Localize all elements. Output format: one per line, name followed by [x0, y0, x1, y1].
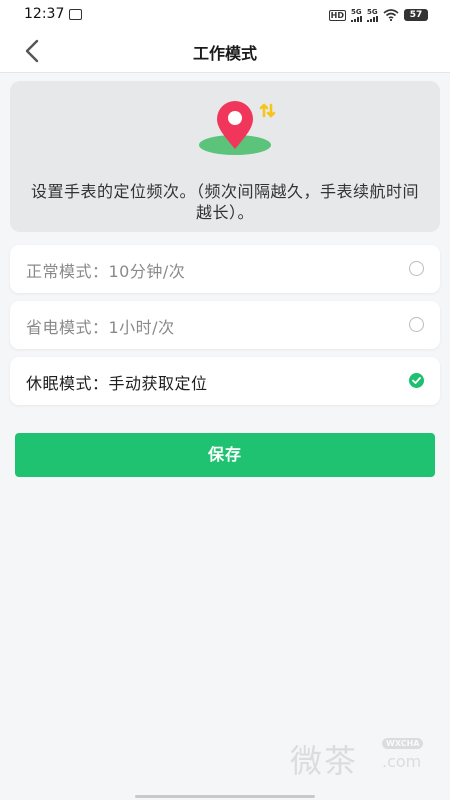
mode-option-power-saving[interactable]: 省电模式：1小时/次 [10, 301, 440, 349]
network-type-1: 5G [351, 8, 362, 16]
save-button[interactable]: 保存 [15, 433, 435, 477]
radio-unchecked-icon[interactable] [409, 317, 424, 332]
network-type-2: 5G [367, 8, 378, 16]
watermark-badge: WXCHA [382, 738, 424, 749]
status-bar: 12:37 HD 5G 5G 57 [0, 0, 450, 30]
page-title: 工作模式 [192, 44, 257, 63]
status-time: 12:37 [24, 6, 65, 22]
home-indicator[interactable] [135, 795, 315, 798]
signal-icon-2: 5G [367, 8, 378, 22]
watermark-domain: .com [382, 752, 422, 771]
watermark-logo: 微茶 WXCHA .com [290, 736, 440, 780]
location-pin-swap-icon [199, 101, 276, 155]
watermark-text: 微茶 [290, 742, 359, 780]
radio-checked-icon[interactable] [409, 373, 424, 388]
app-notification-icon [69, 9, 82, 20]
header: 工作模式 [0, 30, 450, 73]
info-description: 设置手表的定位频次。（频次间隔越久，手表续航时间越长）。 [30, 182, 419, 222]
signal-icon-1: 5G [351, 8, 362, 22]
mode-option-sleep[interactable]: 休眠模式：手动获取定位 [10, 357, 440, 405]
mode-label: 省电模式：1小时/次 [26, 318, 175, 337]
mode-option-normal[interactable]: 正常模式：10分钟/次 [10, 245, 440, 293]
info-card: 设置手表的定位频次。（频次间隔越久，手表续航时间越长）。 [10, 81, 440, 232]
wifi-icon [383, 6, 399, 25]
status-icons: HD 5G 5G 57 [328, 6, 428, 25]
mode-label: 休眠模式：手动获取定位 [26, 374, 208, 393]
hd-voice-icon: HD [328, 9, 346, 21]
radio-unchecked-icon[interactable] [409, 261, 424, 276]
battery-icon: 57 [404, 9, 428, 21]
mode-label: 正常模式：10分钟/次 [26, 262, 186, 281]
